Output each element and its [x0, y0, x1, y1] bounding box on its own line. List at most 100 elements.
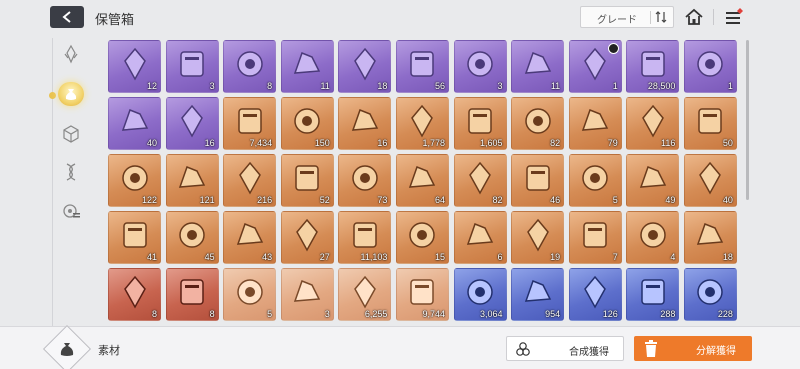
inventory-item-book-cross[interactable]: 46 [511, 154, 565, 207]
item-quantity: 5 [612, 195, 618, 205]
inventory-item-gold-ticket[interactable]: 1,778 [395, 97, 449, 150]
inventory-item-green-crystal[interactable]: 121 [165, 154, 219, 207]
book-eye-icon [409, 166, 436, 189]
blue-cube-icon [409, 222, 436, 249]
item-quantity: 8 [209, 309, 215, 319]
item-quantity: 7,434 [249, 138, 273, 148]
sidebar-item-dna[interactable] [57, 158, 85, 186]
inventory-item-eye-orb[interactable]: 18 [338, 40, 392, 93]
dna-icon [66, 163, 76, 181]
inventory-item-dark-shell[interactable]: 40 [108, 97, 161, 150]
inventory-item-dreamcatcher[interactable]: 8 [108, 268, 161, 321]
inventory-item-violet-shard[interactable]: 228 [683, 268, 737, 321]
inventory-item-crystal-shards[interactable]: 9,744 [395, 268, 449, 321]
item-quantity: 52 [319, 195, 330, 205]
inventory-item-rock-golem[interactable]: 56 [395, 40, 449, 93]
inventory-item-opal-drop[interactable]: 5 [223, 268, 277, 321]
grade-sort-dropdown[interactable]: グレード [580, 6, 674, 28]
inventory-item-book-shield[interactable]: 73 [338, 154, 392, 207]
inventory-item-orange-crystal[interactable]: 50 [683, 97, 737, 150]
item-quantity: 3 [209, 81, 215, 91]
gold-ticket-icon [411, 105, 434, 138]
header-divider [713, 9, 714, 25]
sidebar-item-crystal[interactable] [57, 40, 85, 68]
back-button[interactable] [50, 6, 84, 28]
decompose-acquire-button[interactable]: 分解獲得 [634, 336, 752, 361]
inventory-item-shield-medal[interactable]: 40 [683, 154, 737, 207]
sidebar-item-cube[interactable] [57, 120, 85, 148]
inventory-item-compass-medal[interactable]: 49 [626, 154, 680, 207]
synthesis-icon [516, 342, 530, 356]
inventory-item-sun-medal[interactable]: 45 [165, 211, 219, 264]
inventory-item-book-eye[interactable]: 64 [395, 154, 449, 207]
item-quantity: 49 [665, 195, 676, 205]
inventory-item-book-target[interactable]: 5 [568, 154, 622, 207]
sea-urchin-icon [353, 276, 376, 309]
gold-ticket-2-icon [468, 108, 492, 135]
item-quantity: 4 [670, 252, 676, 262]
item-quantity: 1 [727, 81, 733, 91]
item-quantity: 6 [497, 252, 503, 262]
inventory-item-red-shard[interactable]: 126 [568, 268, 622, 321]
orange-crystal-icon [698, 108, 723, 135]
inventory-item-book-x[interactable]: 52 [280, 154, 334, 207]
timer-icon [607, 43, 619, 54]
inventory-item-red-geode[interactable]: 11 [511, 40, 565, 93]
item-quantity: 228 [717, 309, 733, 319]
inventory-item-sea-urchin[interactable]: 6,255 [338, 268, 392, 321]
inventory-item-gold-ticket-2[interactable]: 1,605 [453, 97, 507, 150]
inventory-item-dark-chip[interactable]: 150 [280, 97, 334, 150]
sidebar-active-indicator [49, 92, 56, 99]
inventory-item-blue-cube[interactable]: 15 [395, 211, 449, 264]
inventory-item-blue-slime[interactable]: 7,434 [223, 97, 277, 150]
inventory-item-teal-orb[interactable]: 16 [338, 97, 392, 150]
inventory-item-globe-medal[interactable]: 27 [280, 211, 334, 264]
sidebar-item-gear-list[interactable] [57, 197, 85, 225]
inventory-item-silver-ticket[interactable]: 3,064 [453, 268, 507, 321]
item-quantity: 3 [324, 309, 330, 319]
inventory-item-moon-sparkle[interactable]: 79 [568, 97, 622, 150]
home-icon[interactable] [684, 7, 704, 27]
menu-icon[interactable] [724, 7, 744, 27]
inventory-item-glass-flask[interactable]: 7 [568, 211, 622, 264]
synthesis-acquire-button[interactable]: 合成獲得 [506, 336, 624, 361]
inventory-item-book-arrow[interactable]: 82 [453, 154, 507, 207]
inventory-item-amethyst-cluster[interactable]: 1 [683, 40, 737, 93]
inventory-item-photo-cards[interactable]: 4 [626, 211, 680, 264]
item-quantity: 16 [204, 138, 215, 148]
crystal-shards-icon [410, 279, 435, 306]
sort-toggle-icon[interactable] [655, 10, 667, 24]
inventory-item-fire-medal[interactable]: 43 [223, 211, 277, 264]
inventory-item-puzzle-piece[interactable]: 16 [165, 97, 219, 150]
inventory-item-blue-crystal[interactable]: 216 [223, 154, 277, 207]
inventory-item-silver-ticket-2[interactable]: 954 [511, 268, 565, 321]
inventory-item-purple-eye[interactable]: 82 [511, 97, 565, 150]
rock-golem-icon [410, 51, 435, 78]
inventory-item-gold-leaves[interactable]: 11,103 [338, 211, 392, 264]
inventory-item-purple-crystal[interactable]: 122 [108, 154, 161, 207]
inventory-item-star-book[interactable]: 19 [511, 211, 565, 264]
inventory-item-envelope[interactable]: 18 [683, 211, 737, 264]
inventory-item-stone-head[interactable]: 3 [453, 40, 507, 93]
inventory-item-tree-scroll[interactable]: 3 [280, 268, 334, 321]
inventory-item-brain-coral[interactable]: 11 [280, 40, 334, 93]
tree-card-icon [180, 51, 204, 78]
item-quantity: 126 [602, 309, 618, 319]
sidebar-item-pouch[interactable] [57, 80, 85, 108]
inventory-item-warning-triangle[interactable]: 1 [568, 40, 622, 93]
inventory-item-pink-crystal[interactable]: 116 [626, 97, 680, 150]
glass-flask-icon [583, 222, 607, 249]
photo-cards-icon [640, 222, 666, 249]
inventory-item-tree-card[interactable]: 3 [165, 40, 219, 93]
category-label: 素材 [98, 344, 120, 357]
inventory-item-sneakers[interactable]: 6 [453, 211, 507, 264]
inventory-scrollbar[interactable] [746, 40, 749, 200]
inventory-item-star-medal[interactable]: 41 [108, 211, 161, 264]
inventory-item-crystal-heart[interactable]: 28,500 [626, 40, 680, 93]
inventory-item-helmet-head[interactable]: 8 [223, 40, 277, 93]
pouch-category-icon [60, 343, 74, 356]
inventory-item-amber-shard[interactable]: 288 [626, 268, 680, 321]
item-quantity: 11 [550, 81, 561, 91]
inventory-item-leather-book[interactable]: 8 [165, 268, 219, 321]
inventory-item-tarot-card[interactable]: 12 [108, 40, 161, 93]
